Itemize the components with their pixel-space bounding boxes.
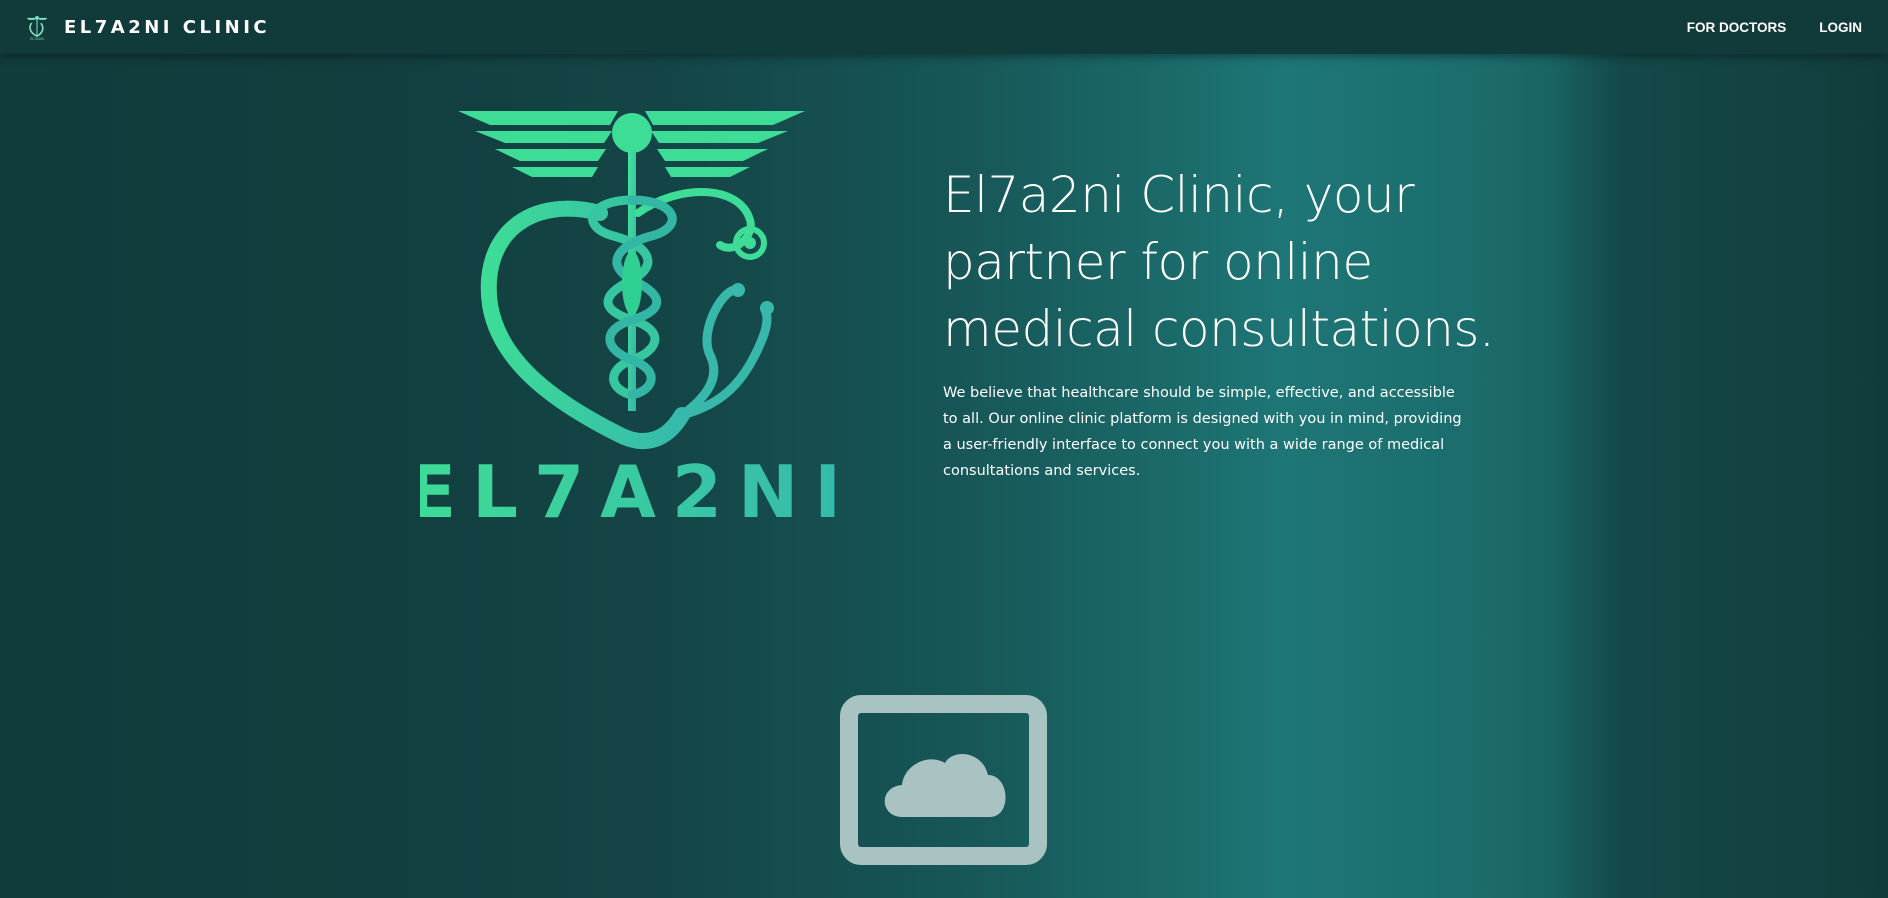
nav-link-login[interactable]: LOGIN — [1819, 20, 1862, 35]
brand-logo-icon: EL7A2NI — [26, 15, 48, 40]
nav-links: FOR DOCTORS LOGIN — [1654, 20, 1862, 35]
nav-link-for-doctors[interactable]: FOR DOCTORS — [1687, 20, 1787, 35]
hero-logo-text: EL7A2NI — [420, 450, 850, 530]
top-navbar: EL7A2NI EL7A2NI CLINIC FOR DOCTORS LOGIN — [0, 0, 1888, 54]
image-placeholder-cloud-icon — [840, 695, 1047, 865]
brand-name: EL7A2NI CLINIC — [64, 16, 271, 38]
hero-logo: EL7A2NI — [420, 111, 850, 530]
hero-title: El7a2ni Clinic, your partner for online … — [943, 166, 1495, 358]
brand-home-link[interactable]: EL7A2NI EL7A2NI CLINIC — [24, 14, 270, 40]
hero-description: We believe that healthcare should be sim… — [943, 385, 1462, 479]
svg-text:EL7A2NI: EL7A2NI — [30, 37, 44, 40]
